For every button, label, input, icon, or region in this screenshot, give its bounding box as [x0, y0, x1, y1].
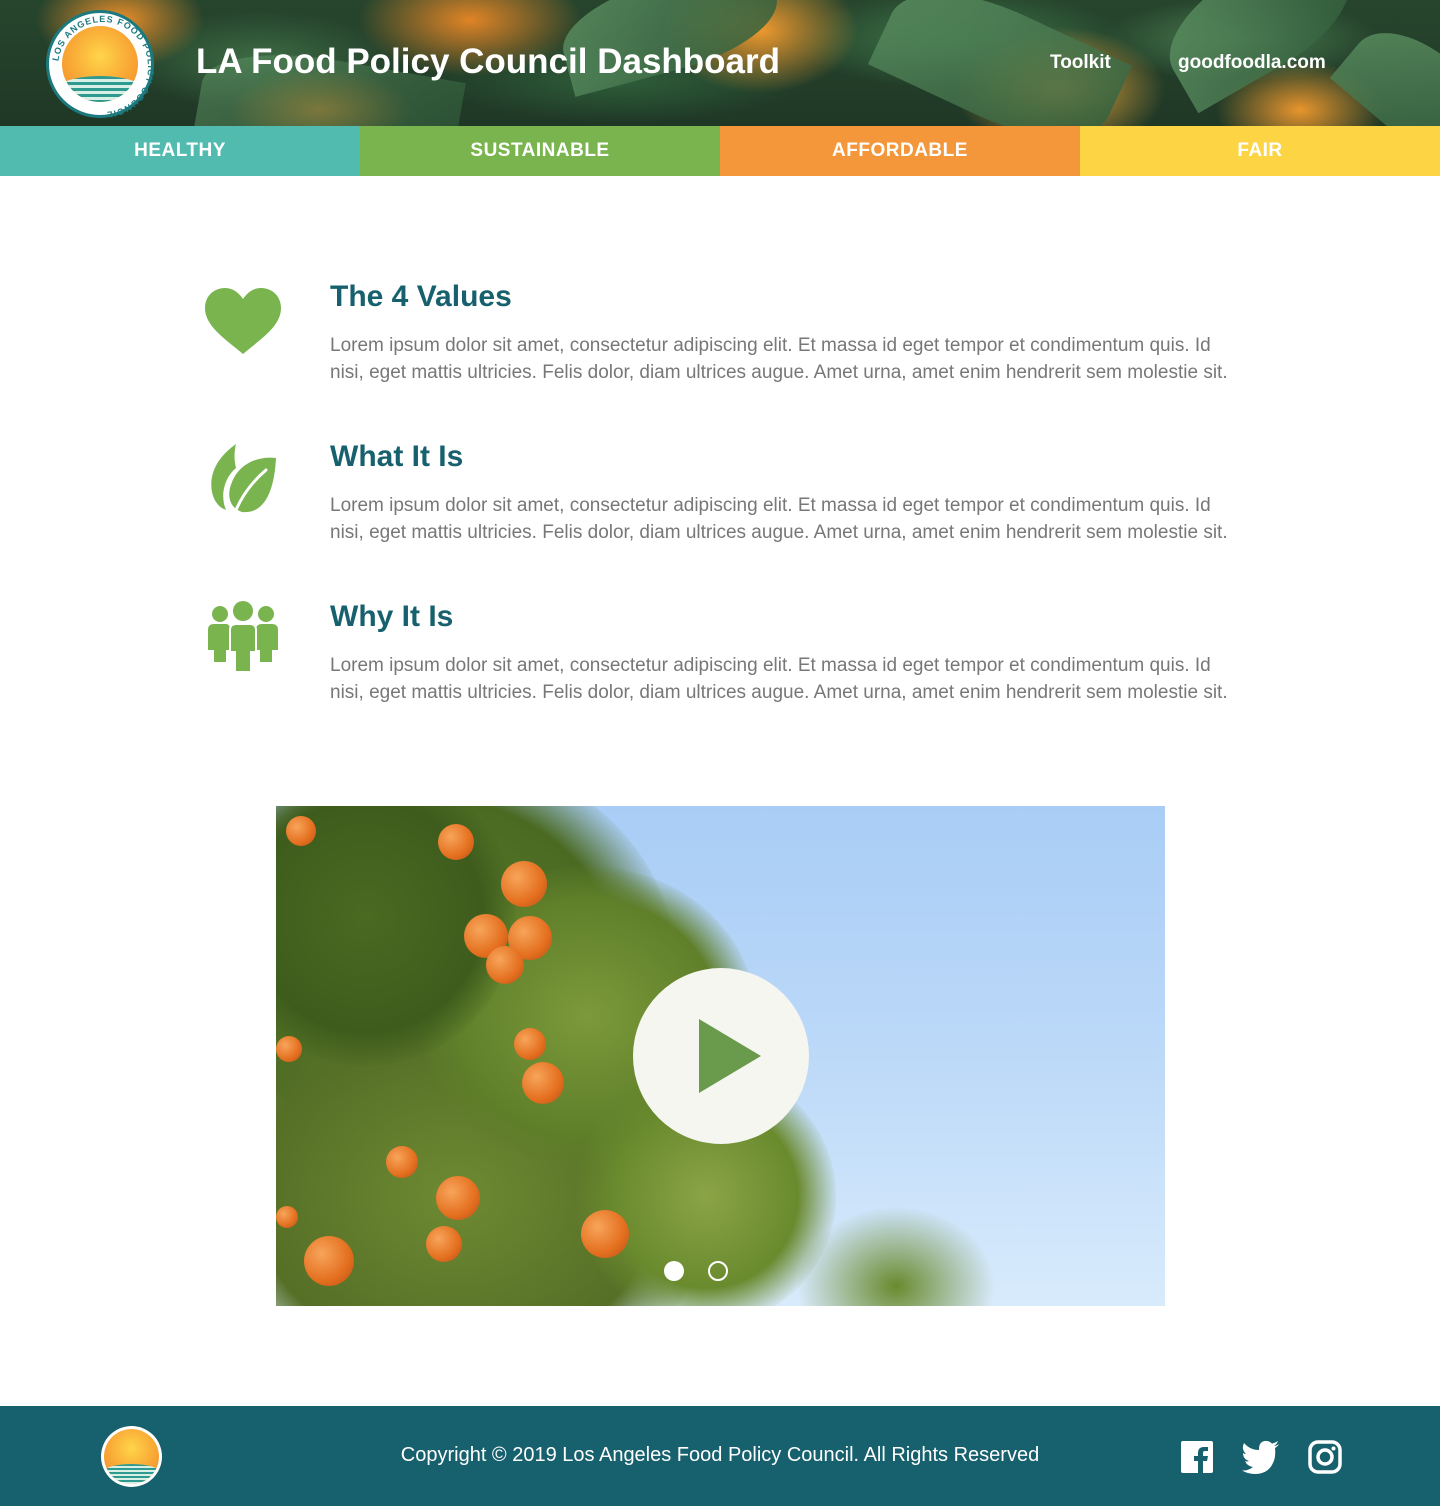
facebook-icon[interactable] — [1180, 1440, 1214, 1474]
header-banner: LOS ANGELES FOOD POLICY COUNCIL LA Food … — [0, 0, 1440, 126]
logo-emblem — [62, 26, 138, 102]
section-body: Lorem ipsum dolor sit amet, consectetur … — [330, 495, 1228, 543]
orange-fruit — [286, 816, 316, 846]
leaf-icon — [211, 444, 276, 513]
instagram-icon[interactable] — [1308, 1440, 1342, 1474]
orange-fruit — [426, 1226, 462, 1262]
orange-fruit — [522, 1062, 564, 1104]
section-body: Lorem ipsum dolor sit amet, consectetur … — [330, 335, 1228, 383]
play-button[interactable] — [633, 968, 809, 1144]
tab-fair[interactable]: FAIR — [1080, 126, 1440, 176]
page-title: LA Food Policy Council Dashboard — [196, 42, 781, 81]
values-nav: HEALTHY SUSTAINABLE AFFORDABLE FAIR — [0, 126, 1440, 176]
toolkit-link[interactable]: Toolkit — [1050, 52, 1111, 74]
banner-leaf — [1329, 9, 1440, 126]
tab-sustainable[interactable]: SUSTAINABLE — [360, 126, 720, 176]
orange-fruit — [514, 1028, 546, 1060]
orange-fruit — [304, 1236, 354, 1286]
lafpc-logo[interactable]: LOS ANGELES FOOD POLICY COUNCIL — [46, 10, 155, 120]
section-title: The 4 Values — [330, 280, 512, 313]
tab-affordable[interactable]: AFFORDABLE — [720, 126, 1080, 176]
logo-hills — [62, 76, 138, 102]
orange-fruit — [581, 1210, 629, 1258]
orange-fruit — [386, 1146, 418, 1178]
orange-fruit — [501, 861, 547, 907]
people-icon — [208, 601, 278, 673]
play-icon — [699, 1019, 761, 1093]
section-title: What It Is — [330, 440, 464, 473]
logo-hills — [104, 1464, 159, 1484]
footer: Copyright © 2019 Los Angeles Food Policy… — [0, 1406, 1440, 1506]
heart-icon — [205, 288, 281, 354]
tab-healthy[interactable]: HEALTHY — [0, 126, 360, 176]
video-player[interactable] — [276, 806, 1165, 1306]
orange-fruit — [486, 946, 524, 984]
copyright-text: Copyright © 2019 Los Angeles Food Policy… — [400, 1444, 1040, 1466]
carousel-dot[interactable] — [708, 1261, 728, 1281]
orange-fruit — [436, 1176, 480, 1220]
orange-fruit — [438, 824, 474, 860]
section-title: Why It Is — [330, 600, 454, 633]
section-body: Lorem ipsum dolor sit amet, consectetur … — [330, 655, 1228, 703]
carousel-dot-active[interactable] — [664, 1261, 684, 1281]
twitter-icon[interactable] — [1242, 1440, 1280, 1474]
goodfoodla-link[interactable]: goodfoodla.com — [1178, 52, 1326, 74]
orange-fruit — [276, 1206, 298, 1228]
orange-fruit — [276, 1036, 302, 1062]
